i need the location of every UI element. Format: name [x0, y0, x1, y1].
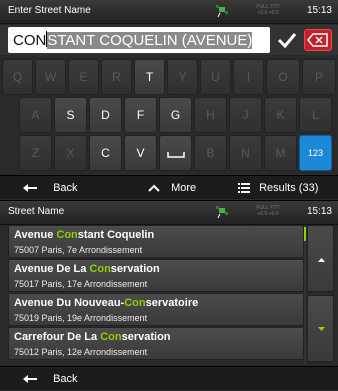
key-m[interactable]: M [264, 135, 297, 171]
key-l[interactable]: L [299, 97, 332, 133]
back-button[interactable]: Back [22, 367, 78, 391]
scroll-down-button[interactable] [307, 295, 334, 362]
street-input[interactable]: CONSTANT COQUELIN (AVENUE) [8, 27, 270, 53]
chevron-up-icon [318, 258, 325, 262]
results-label: Results (33) [259, 182, 319, 194]
key-space[interactable] [159, 135, 192, 171]
more-button[interactable]: More [148, 176, 196, 200]
key-i[interactable]: I [233, 59, 264, 95]
key-o[interactable]: O [266, 59, 300, 95]
more-label: More [171, 182, 197, 194]
confirm-button[interactable] [275, 29, 299, 51]
chevron-down-icon [318, 327, 325, 331]
street-name: Avenue De La Conservation [14, 263, 160, 275]
list-item[interactable]: Avenue Constant Coquelin 75007 Paris, 7e… [8, 225, 304, 258]
gps-info: FULL 7/77 +0.0 +0.0 [256, 4, 280, 16]
gps-info: FULL 7/77 +0.0 +0.0 [256, 205, 280, 217]
clock: 15:13 [306, 5, 332, 16]
key-d[interactable]: D [89, 97, 122, 133]
key-g[interactable]: G [159, 97, 192, 133]
status-bar: Enter Street Name FULL 7/77 +0.0 +0.0 15… [0, 0, 338, 24]
street-name: Avenue Du Nouveau-Conservatoire [14, 297, 199, 309]
street-address: 75017 Paris, 17e Arrondissement [14, 279, 148, 289]
bottom-bar: Back More Results (33) [0, 175, 338, 199]
satellite-icon [216, 206, 228, 219]
key-u[interactable]: U [200, 59, 231, 95]
key-c[interactable]: C [89, 135, 122, 171]
results-button[interactable]: Results (33) [238, 176, 318, 200]
list-icon [238, 183, 250, 194]
street-results-screen: Street Name FULL 7/77 +0.0 +0.0 15:13 Av… [0, 201, 338, 391]
key-h[interactable]: H [194, 97, 227, 133]
street-name: Avenue Constant Coquelin [14, 229, 155, 241]
bottom-bar: Back [0, 366, 338, 390]
street-address: 75019 Paris, 19e Arrondissement [14, 313, 148, 323]
key-j[interactable]: J [229, 97, 262, 133]
key-b[interactable]: B [194, 135, 227, 171]
key-w[interactable]: W [35, 59, 66, 95]
list-item[interactable]: Avenue De La Conservation 75017 Paris, 1… [8, 259, 304, 292]
back-button[interactable]: Back [22, 176, 78, 200]
screen-title: Street Name [8, 206, 65, 217]
street-address: 75007 Paris, 7e Arrondissement [14, 245, 143, 255]
key-z[interactable]: Z [19, 135, 52, 171]
street-address: 75012 Paris, 12e Arrondissement [14, 347, 148, 357]
backspace-button[interactable] [304, 29, 332, 51]
back-label: Back [53, 182, 78, 194]
arrow-left-icon [23, 184, 37, 193]
scroll-thumb[interactable] [304, 227, 306, 241]
key-x[interactable]: X [54, 135, 87, 171]
arrow-left-icon [23, 375, 37, 384]
list-item[interactable]: Carrefour De La Conservation 75012 Paris… [8, 327, 304, 360]
street-entry-screen: Enter Street Name FULL 7/77 +0.0 +0.0 15… [0, 0, 338, 200]
scroll-buttons [307, 225, 334, 365]
screen-title: Enter Street Name [8, 5, 91, 16]
key-s[interactable]: S [54, 97, 87, 133]
key-t[interactable]: T [134, 59, 165, 95]
key-p[interactable]: P [302, 59, 336, 95]
key-a[interactable]: A [19, 97, 52, 133]
results-list: Avenue Constant Coquelin 75007 Paris, 7e… [8, 225, 304, 361]
list-item[interactable]: Avenue Du Nouveau-Conservatoire 75019 Pa… [8, 293, 304, 326]
backspace-icon [307, 33, 328, 47]
input-row: CONSTANT COQUELIN (AVENUE) [0, 25, 338, 55]
key-numbers[interactable]: 123 [299, 135, 332, 171]
key-f[interactable]: F [124, 97, 157, 133]
scroll-up-button[interactable] [307, 225, 334, 292]
key-r[interactable]: R [101, 59, 132, 95]
typed-text: CON [13, 32, 47, 49]
autocomplete-suggestion: STANT COQUELIN (AVENUE) [47, 32, 253, 49]
satellite-icon [216, 5, 228, 18]
street-name: Carrefour De La Conservation [14, 331, 171, 343]
checkmark-icon [277, 33, 297, 49]
key-q[interactable]: Q [2, 59, 33, 95]
status-bar: Street Name FULL 7/77 +0.0 +0.0 15:13 [0, 201, 338, 225]
key-v[interactable]: V [124, 135, 157, 171]
key-y[interactable]: Y [167, 59, 198, 95]
scroll-track [304, 227, 306, 365]
space-icon [166, 151, 185, 158]
chevron-up-icon [148, 184, 160, 192]
key-k[interactable]: K [264, 97, 297, 133]
clock: 15:13 [306, 206, 332, 217]
keyboard: Q W E R T Y U I O P A S D F G H J K L Z … [0, 57, 338, 175]
key-e[interactable]: E [68, 59, 99, 95]
back-label: Back [53, 373, 78, 385]
key-n[interactable]: N [229, 135, 262, 171]
